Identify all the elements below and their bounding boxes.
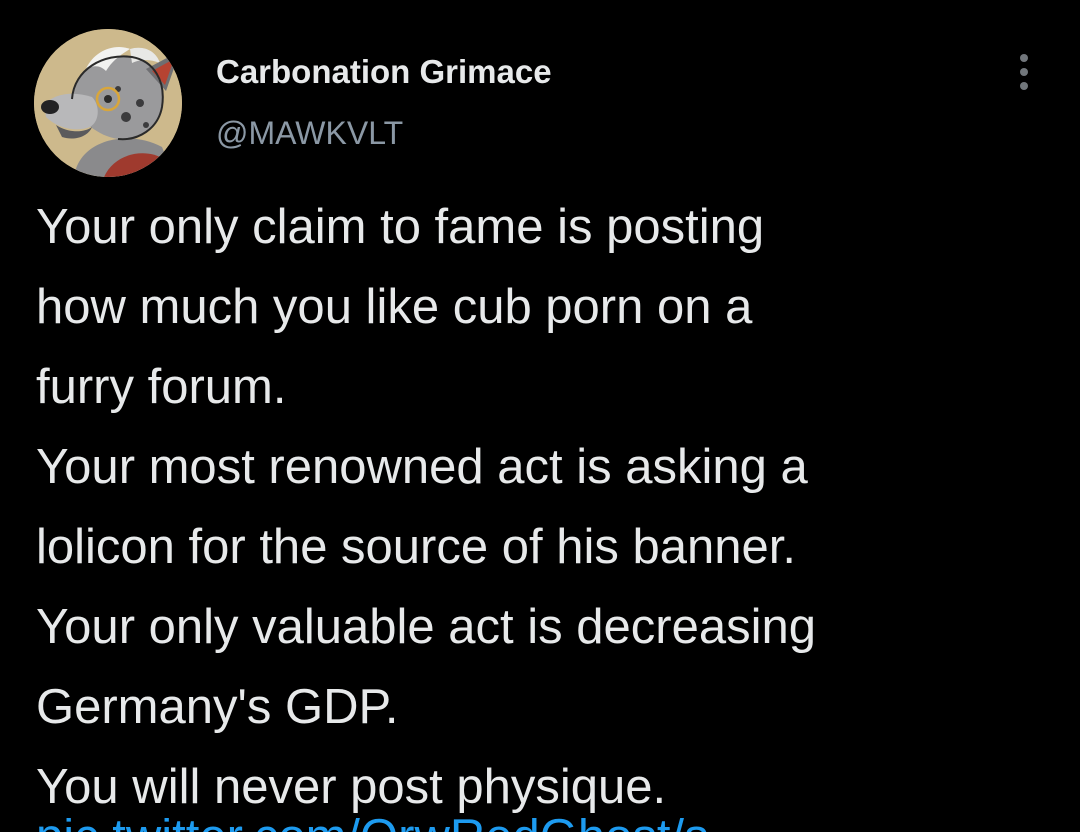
tweet-text-line: Your only valuable act is decreasing bbox=[36, 600, 816, 654]
tweet-text: Your only claim to fame is posting how m… bbox=[36, 187, 1066, 827]
tweet-text-line: how much you like cub porn on a bbox=[36, 280, 753, 334]
author-display-name[interactable]: Carbonation Grimace bbox=[216, 52, 552, 92]
tweet-text-line: Germany's GDP. bbox=[36, 680, 399, 734]
avatar[interactable] bbox=[34, 29, 182, 177]
tweet-view: Carbonation Grimace @MAWKVLT Your only c… bbox=[0, 0, 1080, 832]
tweet-text-line: Your only claim to fame is posting bbox=[36, 200, 765, 254]
tweet-text-line: lolicon for the source of his banner. bbox=[36, 520, 796, 574]
tweet-text-line: You will never post physique. bbox=[36, 760, 667, 814]
tweet-text-line: furry forum. bbox=[36, 360, 287, 414]
truncated-link[interactable]: pic.twitter.com/OrwRedGhost/s bbox=[36, 818, 796, 832]
avatar-image bbox=[34, 29, 182, 177]
more-options-button[interactable] bbox=[1004, 48, 1044, 96]
author-handle[interactable]: @MAWKVLT bbox=[216, 113, 403, 153]
truncated-link-glyphs: pic.twitter.com/OrwRedGhost/s bbox=[36, 818, 796, 832]
tweet-text-line: Your most renowned act is asking a bbox=[36, 440, 808, 494]
